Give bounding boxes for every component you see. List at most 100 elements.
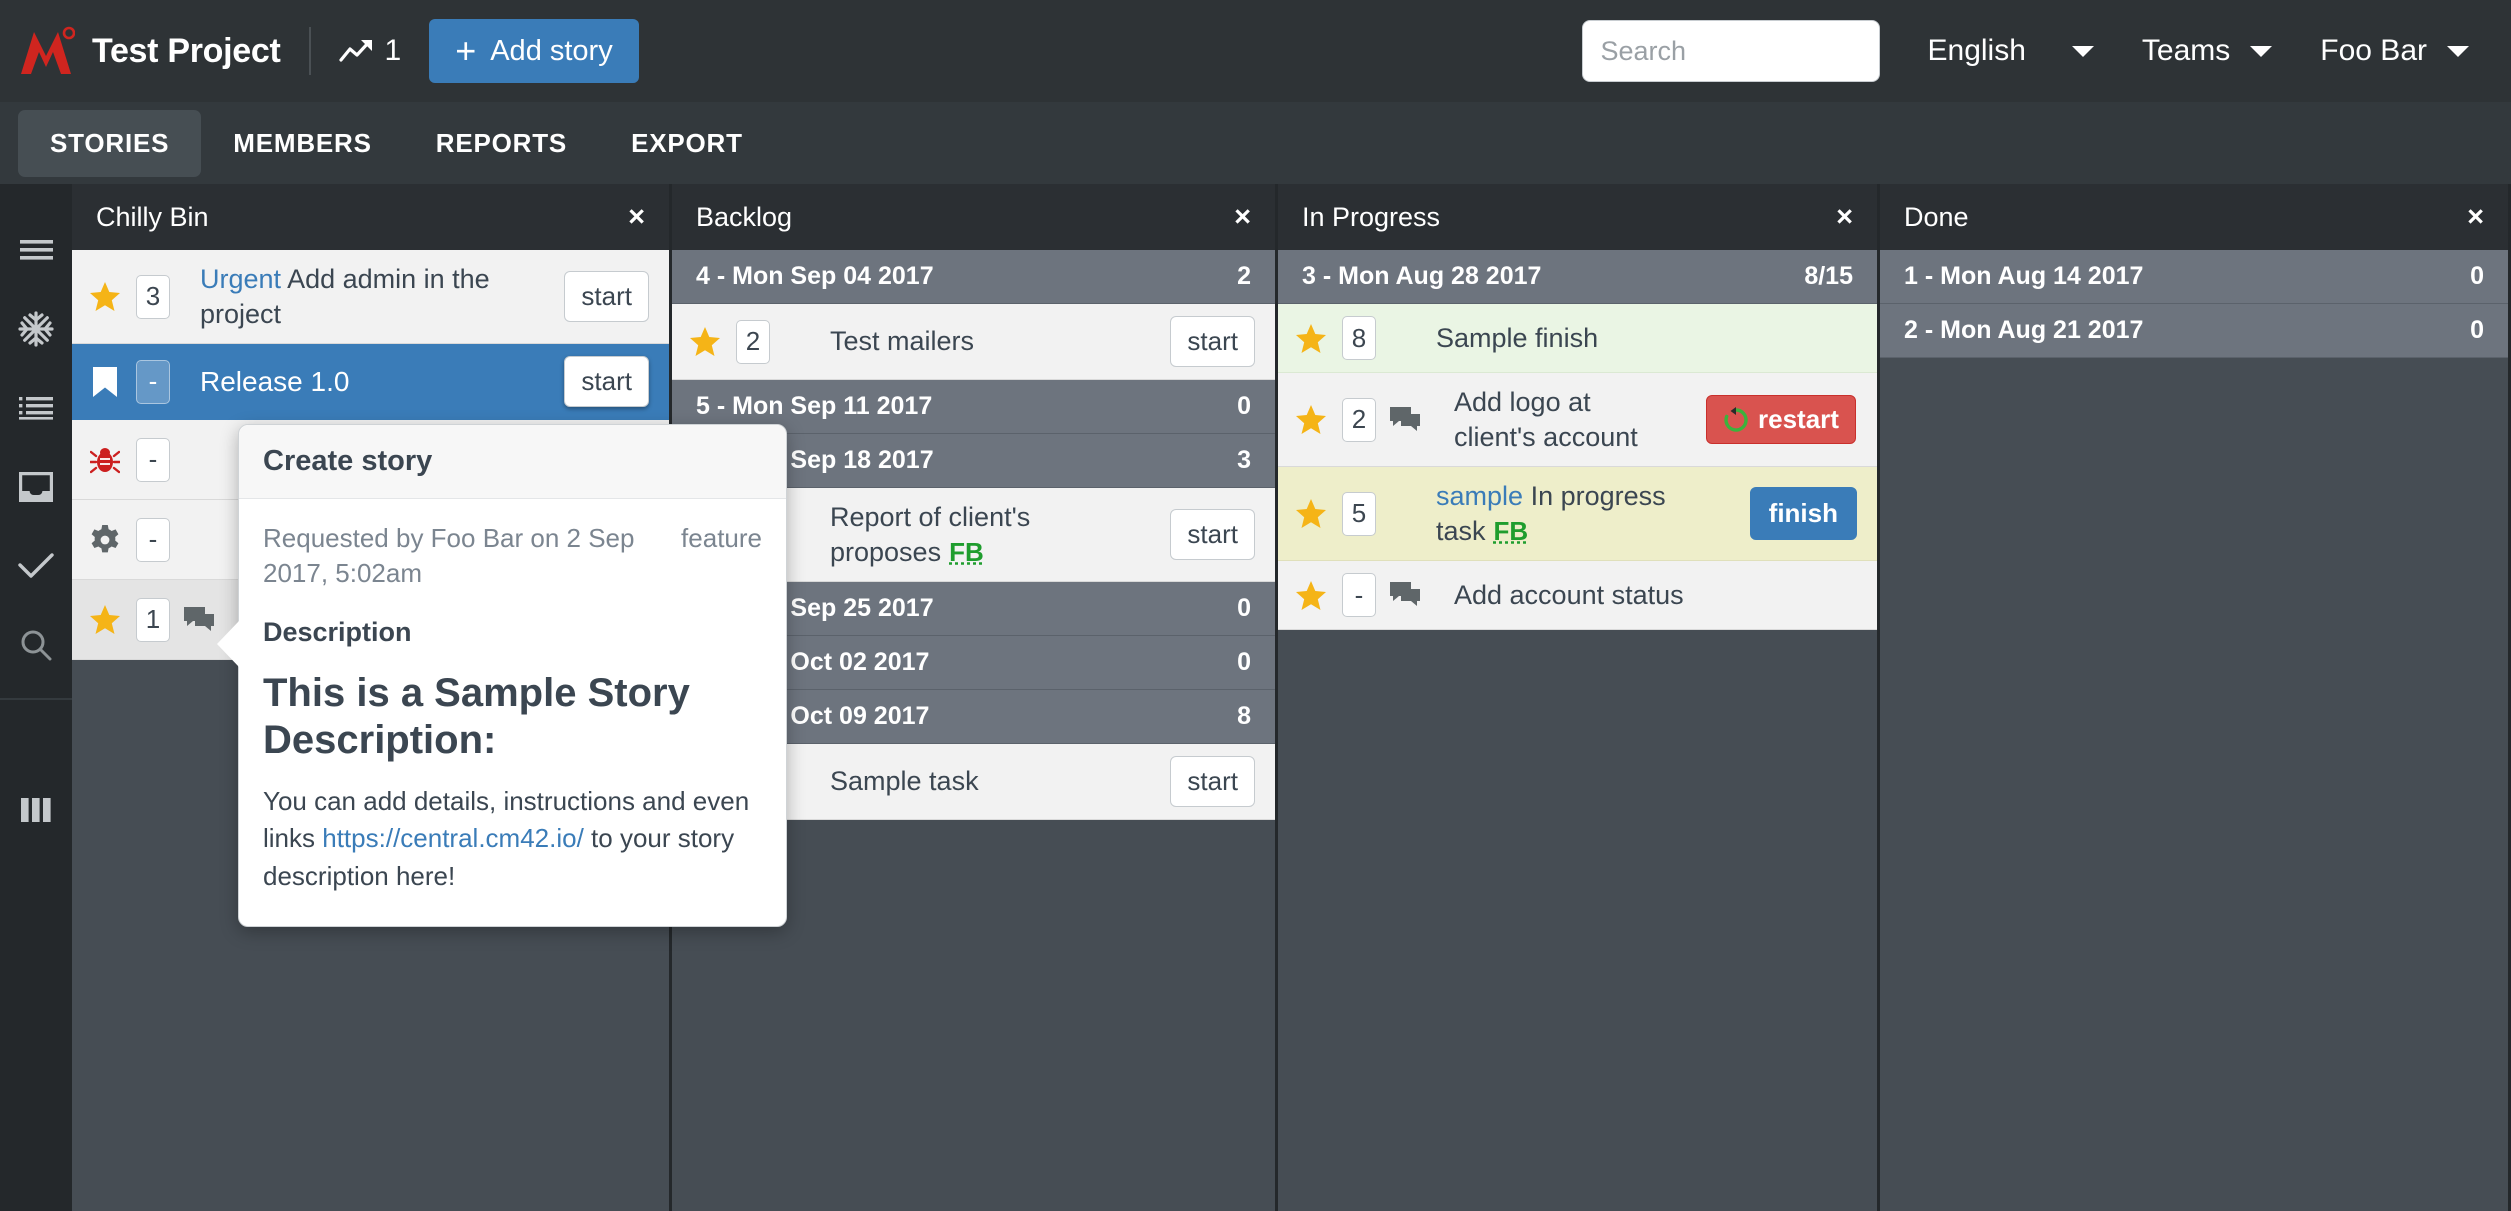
description-link[interactable]: https://central.cm42.io/ bbox=[322, 823, 584, 853]
star-icon[interactable] bbox=[88, 282, 122, 312]
iteration-points: 0 bbox=[2470, 316, 2484, 344]
iteration-header[interactable]: 1 - Mon Aug 14 2017 0 bbox=[1880, 250, 2508, 304]
estimate-badge[interactable]: 8 bbox=[1342, 316, 1376, 360]
star-icon[interactable] bbox=[1294, 323, 1328, 353]
iteration-title: 4 - Mon Sep 04 2017 bbox=[696, 262, 934, 290]
popover-story-type: feature bbox=[681, 523, 762, 553]
trend-up-icon bbox=[338, 38, 375, 64]
story-state-button[interactable]: start bbox=[1170, 316, 1255, 367]
story-row[interactable]: 5 sample In progress task FB finish bbox=[1278, 467, 1877, 562]
story-title: sample In progress task FB bbox=[1390, 479, 1722, 548]
iteration-header[interactable]: 2 - Mon Aug 21 2017 0 bbox=[1880, 304, 2508, 358]
star-icon[interactable] bbox=[1294, 499, 1328, 529]
tab-members[interactable]: MEMBERS bbox=[201, 110, 404, 177]
estimate-badge[interactable]: - bbox=[1342, 573, 1376, 618]
popover-description-text: You can add details, instructions and ev… bbox=[263, 783, 762, 896]
tab-stories[interactable]: STORIES bbox=[18, 109, 202, 177]
story-state-button[interactable]: restart bbox=[1706, 395, 1856, 445]
sidebar-item-backlog[interactable] bbox=[0, 368, 72, 447]
story-title: Urgent Add admin in the project bbox=[184, 262, 536, 331]
iteration-title: 2 - Mon Aug 21 2017 bbox=[1904, 316, 2144, 344]
teams-menu[interactable]: Teams bbox=[2141, 34, 2273, 68]
close-icon[interactable]: × bbox=[1836, 202, 1853, 232]
comment-icon[interactable] bbox=[1390, 582, 1424, 608]
iteration-header[interactable]: 3 - Mon Aug 28 2017 8/15 bbox=[1278, 250, 1877, 304]
story-state-button[interactable]: start bbox=[1170, 756, 1255, 808]
estimate-badge[interactable]: 1 bbox=[136, 597, 170, 642]
estimate-badge[interactable]: 5 bbox=[1342, 491, 1376, 536]
tab-reports[interactable]: REPORTS bbox=[404, 110, 599, 177]
bug-icon[interactable] bbox=[88, 445, 122, 475]
column-title: Chilly Bin bbox=[96, 201, 209, 232]
story-row[interactable]: 2 Add logo at client's account restart bbox=[1278, 373, 1877, 468]
user-menu[interactable]: Foo Bar bbox=[2320, 34, 2469, 68]
star-icon[interactable] bbox=[88, 605, 122, 635]
story-row[interactable]: - Release 1.0 start bbox=[72, 344, 669, 421]
story-label: sample bbox=[1436, 481, 1524, 512]
chevron-down-icon bbox=[2071, 45, 2094, 57]
sidebar-item-search[interactable] bbox=[0, 605, 72, 684]
bookmark-icon[interactable] bbox=[88, 366, 122, 397]
story-row[interactable]: 2 Test mailers start bbox=[672, 304, 1275, 380]
column-title: Backlog bbox=[696, 201, 793, 232]
sidebar-item-columns[interactable] bbox=[0, 770, 72, 849]
list-icon bbox=[19, 396, 53, 420]
story-state-button[interactable]: start bbox=[564, 356, 649, 408]
iteration-points: 2 bbox=[1237, 262, 1251, 290]
column-title: Done bbox=[1904, 201, 1969, 232]
star-icon[interactable] bbox=[688, 327, 722, 356]
header-right-group: English Teams Foo Bar bbox=[1581, 0, 2511, 102]
estimate-badge[interactable]: 3 bbox=[136, 274, 170, 319]
header-divider bbox=[308, 27, 311, 75]
story-row[interactable]: - Add account status bbox=[1278, 561, 1877, 631]
story-title: Sample finish bbox=[1436, 322, 1599, 353]
estimate-badge[interactable]: - bbox=[136, 517, 170, 562]
estimate-badge[interactable]: 2 bbox=[1342, 397, 1376, 442]
column-done: Done × 1 - Mon Aug 14 2017 0 2 - Mon Aug… bbox=[1880, 184, 2508, 1211]
sidebar-item-chilly-bin[interactable] bbox=[0, 289, 72, 368]
teams-label: Teams bbox=[2141, 34, 2231, 67]
iteration-points: 0 bbox=[1237, 594, 1251, 623]
column-header: Backlog × bbox=[672, 184, 1275, 250]
user-label: Foo Bar bbox=[2320, 34, 2427, 67]
search-input[interactable] bbox=[1581, 20, 1880, 82]
language-menu[interactable]: English bbox=[1928, 34, 2094, 68]
close-icon[interactable]: × bbox=[1234, 202, 1251, 232]
chevron-down-icon bbox=[2447, 45, 2469, 57]
app-logo[interactable] bbox=[0, 26, 92, 76]
estimate-badge[interactable]: 2 bbox=[736, 319, 770, 364]
check-icon bbox=[18, 552, 54, 579]
fb-badge: FB bbox=[1493, 515, 1529, 546]
sidebar-item-done[interactable] bbox=[0, 526, 72, 605]
star-icon[interactable] bbox=[1294, 405, 1328, 435]
comment-icon[interactable] bbox=[184, 606, 218, 633]
iteration-header[interactable]: 4 - Mon Sep 04 2017 2 bbox=[672, 250, 1275, 304]
tab-export[interactable]: EXPORT bbox=[599, 110, 775, 177]
comment-icon[interactable] bbox=[1390, 406, 1424, 433]
nav-tab-bar: STORIES MEMBERS REPORTS EXPORT bbox=[0, 102, 2511, 184]
iteration-points: 3 bbox=[1237, 446, 1251, 474]
column-in-progress: In Progress × 3 - Mon Aug 28 2017 8/15 8… bbox=[1278, 184, 1880, 1211]
story-title: Sample task bbox=[830, 766, 979, 797]
story-state-button[interactable]: start bbox=[1170, 509, 1255, 561]
column-header: Done × bbox=[1880, 184, 2508, 250]
story-title: Release 1.0 bbox=[200, 365, 350, 397]
story-row[interactable]: 3 Urgent Add admin in the project start bbox=[72, 250, 669, 345]
gear-icon[interactable] bbox=[88, 524, 122, 555]
add-story-button[interactable]: + Add story bbox=[429, 19, 639, 83]
add-story-label: Add story bbox=[490, 34, 613, 67]
estimate-badge[interactable]: - bbox=[136, 359, 170, 404]
story-state-button[interactable]: finish bbox=[1749, 487, 1857, 541]
close-icon[interactable]: × bbox=[628, 202, 645, 232]
estimate-badge[interactable]: - bbox=[136, 437, 170, 482]
iteration-title: 3 - Mon Aug 28 2017 bbox=[1302, 262, 1542, 290]
star-icon[interactable] bbox=[1294, 580, 1328, 610]
story-row[interactable]: 8 Sample finish bbox=[1278, 304, 1877, 373]
sidebar-item-menu[interactable] bbox=[0, 210, 72, 289]
left-sidebar bbox=[0, 184, 72, 1211]
close-icon[interactable]: × bbox=[2467, 202, 2484, 232]
story-state-button[interactable]: start bbox=[564, 271, 649, 323]
iteration-title: 1 - Mon Aug 14 2017 bbox=[1904, 262, 2144, 290]
sidebar-item-in-progress[interactable] bbox=[0, 447, 72, 526]
story-preview-popover: Create story Requested by Foo Bar on 2 S… bbox=[217, 424, 787, 927]
